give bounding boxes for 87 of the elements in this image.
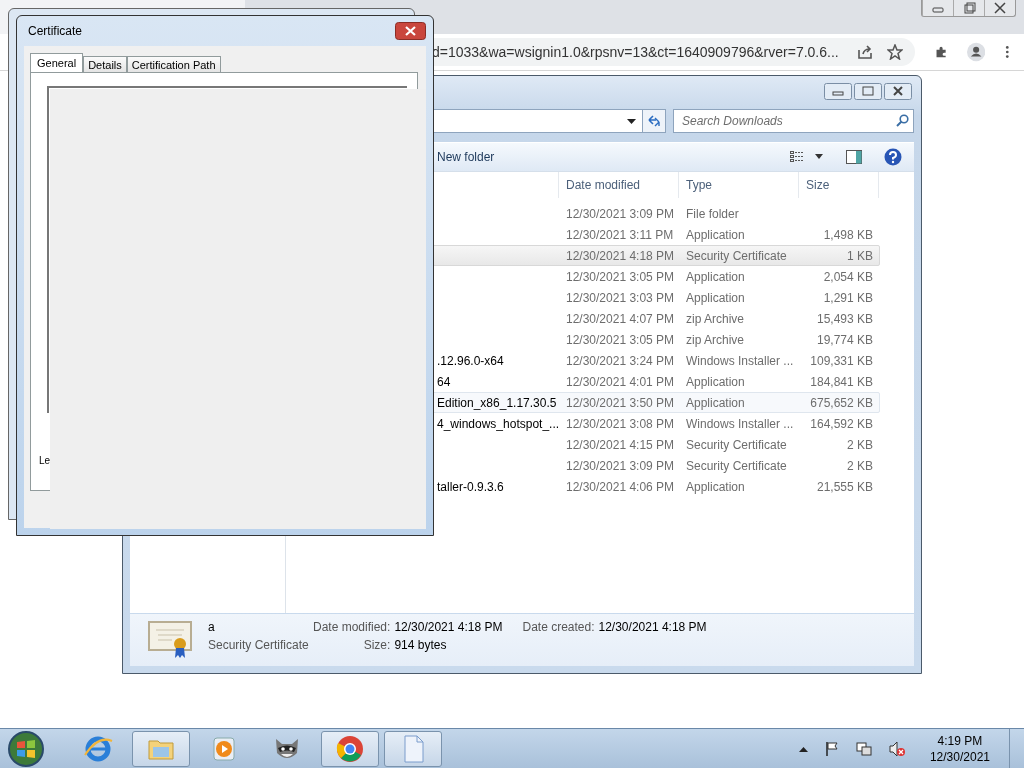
file-type: Security Certificate — [686, 437, 787, 452]
file-size: 1 KB — [847, 248, 873, 263]
dropdown-arrow-icon[interactable] — [627, 118, 636, 124]
file-name: 4_windows_hotspot_... — [437, 416, 559, 431]
date-modified: 12/30/2021 3:05 PM — [566, 269, 675, 284]
file-size: 164,592 KB — [810, 416, 873, 431]
file-size: 1,291 KB — [823, 290, 873, 305]
menu-icon[interactable] — [1005, 43, 1010, 61]
field-value: 914 bytes — [394, 638, 448, 652]
file-type: Security Certificate — [208, 638, 310, 652]
refresh-icon[interactable] — [647, 114, 661, 128]
minimize-button[interactable] — [824, 82, 852, 100]
refresh-button[interactable] — [642, 109, 666, 133]
search-field[interactable]: Search Downloads — [673, 109, 914, 133]
date-modified: 12/30/2021 4:07 PM — [566, 311, 675, 326]
file-name: .12.96.0-x64 — [437, 353, 504, 368]
column-header[interactable]: Size — [799, 172, 879, 198]
close-button[interactable] — [395, 22, 426, 40]
file-size: 184,841 KB — [810, 374, 873, 389]
file-type: Application — [686, 374, 745, 389]
tab[interactable]: General — [30, 53, 84, 73]
column-header[interactable]: Type — [679, 172, 799, 198]
date-modified: 12/30/2021 3:09 PM — [566, 206, 675, 221]
file-size: 21,555 KB — [816, 479, 873, 494]
field-label: Date modified: — [313, 620, 391, 634]
star-icon[interactable] — [887, 44, 903, 60]
file-type: Application — [686, 479, 745, 494]
field-label: Date created: — [522, 620, 595, 634]
certificate-icon — [148, 620, 194, 660]
taskbar-button[interactable] — [321, 730, 379, 767]
file-type: Application — [686, 290, 745, 305]
view-options-icon[interactable] — [790, 151, 824, 163]
file-name: Edition_x86_1.17.30.5 — [437, 395, 557, 410]
help-icon[interactable] — [884, 148, 902, 166]
field-label: Size: — [362, 638, 391, 652]
file-type: Security Certificate — [686, 248, 787, 263]
file-type: File folder — [686, 206, 739, 221]
date-modified: 12/30/2021 3:24 PM — [566, 353, 675, 368]
file-name: 64 — [437, 374, 451, 389]
file-type: Application — [686, 269, 745, 284]
share-icon[interactable] — [857, 44, 873, 60]
date-modified: 12/30/2021 3:03 PM — [566, 290, 675, 305]
file-type: Application — [686, 227, 745, 242]
file-size: 15,493 KB — [816, 311, 873, 326]
file-size: 2 KB — [847, 458, 873, 473]
clock[interactable]: 4:19 PM 12/30/2021 — [925, 732, 994, 765]
file-size: 19,774 KB — [816, 332, 873, 347]
field-value: 12/30/2021 4:18 PM — [394, 620, 503, 634]
label-text: Le — [39, 455, 51, 466]
file-name: a — [208, 620, 216, 634]
file-name: taller-0.9.3.6 — [437, 479, 504, 494]
search-icon[interactable] — [896, 114, 909, 127]
flag-icon[interactable] — [824, 740, 839, 757]
network-icon[interactable] — [855, 740, 872, 757]
date-modified: 12/30/2021 3:11 PM — [566, 227, 674, 242]
file-type: Application — [686, 395, 745, 410]
profile-icon[interactable] — [967, 40, 986, 64]
file-size: 1,498 KB — [823, 227, 873, 242]
chevron-up-icon[interactable] — [798, 745, 808, 752]
field-value: 12/30/2021 4:18 PM — [598, 620, 707, 634]
window-title: Certificate — [28, 24, 83, 38]
file-type: zip Archive — [686, 311, 745, 326]
file-size: 675,652 KB — [810, 395, 873, 410]
file-size: 2,054 KB — [823, 269, 873, 284]
date-modified: 12/30/2021 4:18 PM — [566, 248, 675, 263]
file-type: Security Certificate — [686, 458, 787, 473]
file-type: Windows Installer ... — [686, 353, 794, 368]
file-type: zip Archive — [686, 332, 745, 347]
date-modified: 12/30/2021 3:08 PM — [566, 416, 675, 431]
date-modified: 12/30/2021 4:06 PM — [566, 479, 675, 494]
date-modified: 12/30/2021 3:09 PM — [566, 458, 675, 473]
file-size: 109,331 KB — [810, 353, 873, 368]
start-button[interactable] — [6, 729, 46, 768]
close-button[interactable] — [884, 82, 912, 100]
column-header[interactable]: Date modified — [559, 172, 679, 198]
tab[interactable]: Certification Path — [126, 56, 221, 72]
new-folder-button[interactable]: New folder — [435, 147, 497, 167]
date-modified: 12/30/2021 4:01 PM — [566, 374, 675, 389]
tab[interactable]: Details — [83, 56, 127, 72]
date-modified: 12/30/2021 3:05 PM — [566, 332, 675, 347]
file-size: 2 KB — [847, 437, 873, 452]
date-modified: 12/30/2021 4:15 PM — [566, 437, 675, 452]
date-modified: 12/30/2021 3:50 PM — [566, 395, 675, 410]
file-type: Windows Installer ... — [686, 416, 794, 431]
puzzle-icon[interactable] — [935, 44, 948, 60]
preview-pane-icon[interactable] — [846, 150, 862, 164]
speaker-muted-icon[interactable] — [888, 740, 905, 757]
